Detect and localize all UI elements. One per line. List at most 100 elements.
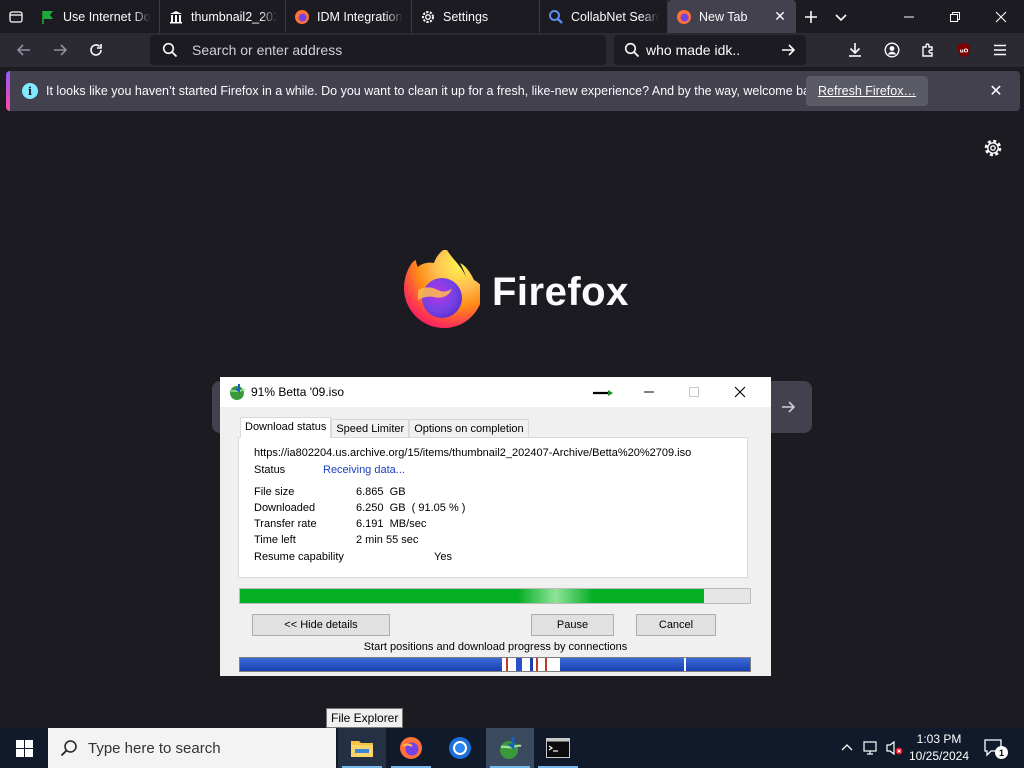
search-icon — [162, 42, 178, 58]
tab-title: thumbnail2_2024 — [191, 9, 277, 24]
ublock-shield-icon: uO — [958, 43, 970, 57]
tab-new-tab[interactable]: New Tab ✕ — [668, 0, 796, 33]
connections-progress-bar — [239, 657, 751, 672]
close-window-button[interactable] — [978, 0, 1024, 33]
time-left-label: Time left — [254, 534, 296, 546]
close-tab-icon[interactable]: ✕ — [772, 8, 788, 25]
address-bar[interactable] — [150, 35, 606, 65]
minimize-button[interactable] — [886, 0, 932, 33]
menu-button[interactable] — [982, 33, 1018, 67]
volume-button[interactable] — [884, 728, 906, 768]
minimize-icon — [904, 16, 914, 17]
dialog-title: 91% Betta '09.iso — [251, 385, 345, 399]
clock-date: 10/25/2024 — [908, 749, 970, 763]
new-tab-button[interactable] — [796, 0, 826, 33]
connection-marker — [506, 658, 508, 671]
reload-button[interactable] — [78, 33, 114, 67]
downloads-button[interactable] — [837, 33, 873, 67]
maximize-icon — [689, 387, 699, 397]
extensions-button[interactable] — [910, 33, 946, 67]
tab-collabnet-search[interactable]: CollabNet Searc — [540, 0, 668, 33]
notification-count-badge: 1 — [995, 746, 1008, 759]
tab-idm-integration[interactable]: IDM Integration — [286, 0, 412, 33]
idm-title-bar[interactable]: 91% Betta '09.iso — [220, 377, 771, 407]
minimize-icon — [644, 391, 654, 393]
network-button[interactable] — [860, 728, 882, 768]
search-bar[interactable] — [614, 35, 806, 65]
tab-title: Settings — [443, 9, 489, 24]
dialog-close-button[interactable] — [717, 377, 763, 407]
taskbar-chrome-app[interactable] — [436, 728, 484, 768]
connections-label: Start positions and download progress by… — [363, 641, 628, 653]
tab-download-status[interactable]: Download status — [240, 417, 332, 438]
taskbar-firefox[interactable] — [387, 728, 435, 768]
volume-muted-icon — [886, 740, 903, 756]
taskbar-search-box[interactable]: Type here to search — [48, 728, 336, 768]
start-button[interactable] — [0, 728, 48, 768]
firefox-view-button[interactable] — [0, 0, 32, 33]
status-value: Receiving data... — [323, 464, 405, 476]
refresh-notification-bar: i It looks like you haven’t started Fire… — [6, 71, 1020, 111]
forward-button[interactable] — [42, 33, 78, 67]
plus-icon — [805, 10, 817, 23]
dialog-minimize-button[interactable] — [626, 377, 672, 407]
resume-capability-value: Yes — [434, 551, 452, 563]
pause-button[interactable]: Pause — [531, 614, 614, 636]
search-go-button[interactable] — [770, 35, 806, 65]
new-tab-settings-gear-icon[interactable] — [982, 137, 1004, 159]
tab-thumbnail[interactable]: thumbnail2_2024 — [160, 0, 286, 33]
account-button[interactable] — [874, 33, 910, 67]
search-input[interactable] — [646, 42, 770, 58]
tab-use-internet-download[interactable]: Use Internet Dow — [32, 0, 160, 33]
notification-message: It looks like you haven’t started Firefo… — [46, 84, 827, 98]
firefox-icon — [676, 9, 692, 25]
tab-options-on-completion[interactable]: Options on completion — [409, 419, 529, 437]
download-progress-bar — [239, 588, 751, 604]
firefox-wordmark: Firefox — [492, 270, 629, 314]
idm-download-dialog: 91% Betta '09.iso Download status Speed … — [220, 377, 771, 676]
arrow-right-icon — [782, 44, 796, 56]
download-icon — [849, 43, 861, 57]
cancel-button[interactable]: Cancel — [636, 614, 716, 636]
ublock-origin-button[interactable]: uO — [946, 33, 982, 67]
downloaded-value: 6.250 GB ( 91.05 % ) — [356, 502, 466, 514]
firefox-view-icon — [9, 10, 23, 23]
list-all-tabs-button[interactable] — [826, 0, 856, 33]
navigation-toolbar: uO — [0, 33, 1024, 67]
idm-globe-icon — [500, 737, 522, 759]
taskbar-clock[interactable]: 1:03 PM 10/25/2024 — [906, 731, 972, 765]
show-hidden-icons-button[interactable] — [836, 728, 858, 768]
clock-time: 1:03 PM — [916, 732, 962, 746]
puzzle-icon — [922, 43, 933, 57]
taskbar-file-explorer[interactable] — [338, 728, 386, 768]
time-left-value: 2 min 55 sec — [356, 534, 419, 546]
hide-details-button[interactable]: << Hide details — [252, 614, 390, 636]
back-button[interactable] — [6, 33, 42, 67]
tab-speed-limiter[interactable]: Speed Limiter — [331, 419, 410, 437]
tab-title: Use Internet Dow — [63, 9, 151, 24]
taskbar-idm[interactable] — [486, 728, 534, 768]
file-size-value: 6.865 GB — [356, 486, 406, 498]
magnifier-icon — [548, 9, 564, 25]
idm-globe-icon — [230, 384, 246, 400]
transfer-rate-label: Transfer rate — [254, 518, 317, 530]
tab-settings[interactable]: Settings — [412, 0, 540, 33]
address-input[interactable] — [192, 42, 606, 58]
status-label: Status — [254, 464, 286, 476]
search-icon — [60, 740, 77, 757]
connection-segment — [530, 658, 533, 671]
new-tab-search-go-button[interactable] — [770, 389, 806, 425]
windows-taskbar: Type here to search 1:03 PM 10/25/2024 1 — [0, 728, 1024, 768]
browser-circle-icon — [449, 737, 471, 759]
notification-center-button[interactable]: 1 — [980, 728, 1008, 768]
refresh-firefox-button[interactable]: Refresh Firefox… — [806, 76, 928, 106]
downloaded-label: Downloaded — [254, 502, 316, 514]
dialog-maximize-button[interactable] — [671, 377, 717, 407]
chevron-up-icon — [841, 744, 853, 751]
hamburger-menu-icon — [994, 44, 1006, 56]
restore-button[interactable] — [932, 0, 978, 33]
close-notification-icon[interactable]: ✕ — [986, 81, 1006, 101]
search-icon — [624, 42, 640, 58]
green-flag-icon — [40, 9, 56, 25]
taskbar-command-prompt[interactable] — [534, 728, 582, 768]
